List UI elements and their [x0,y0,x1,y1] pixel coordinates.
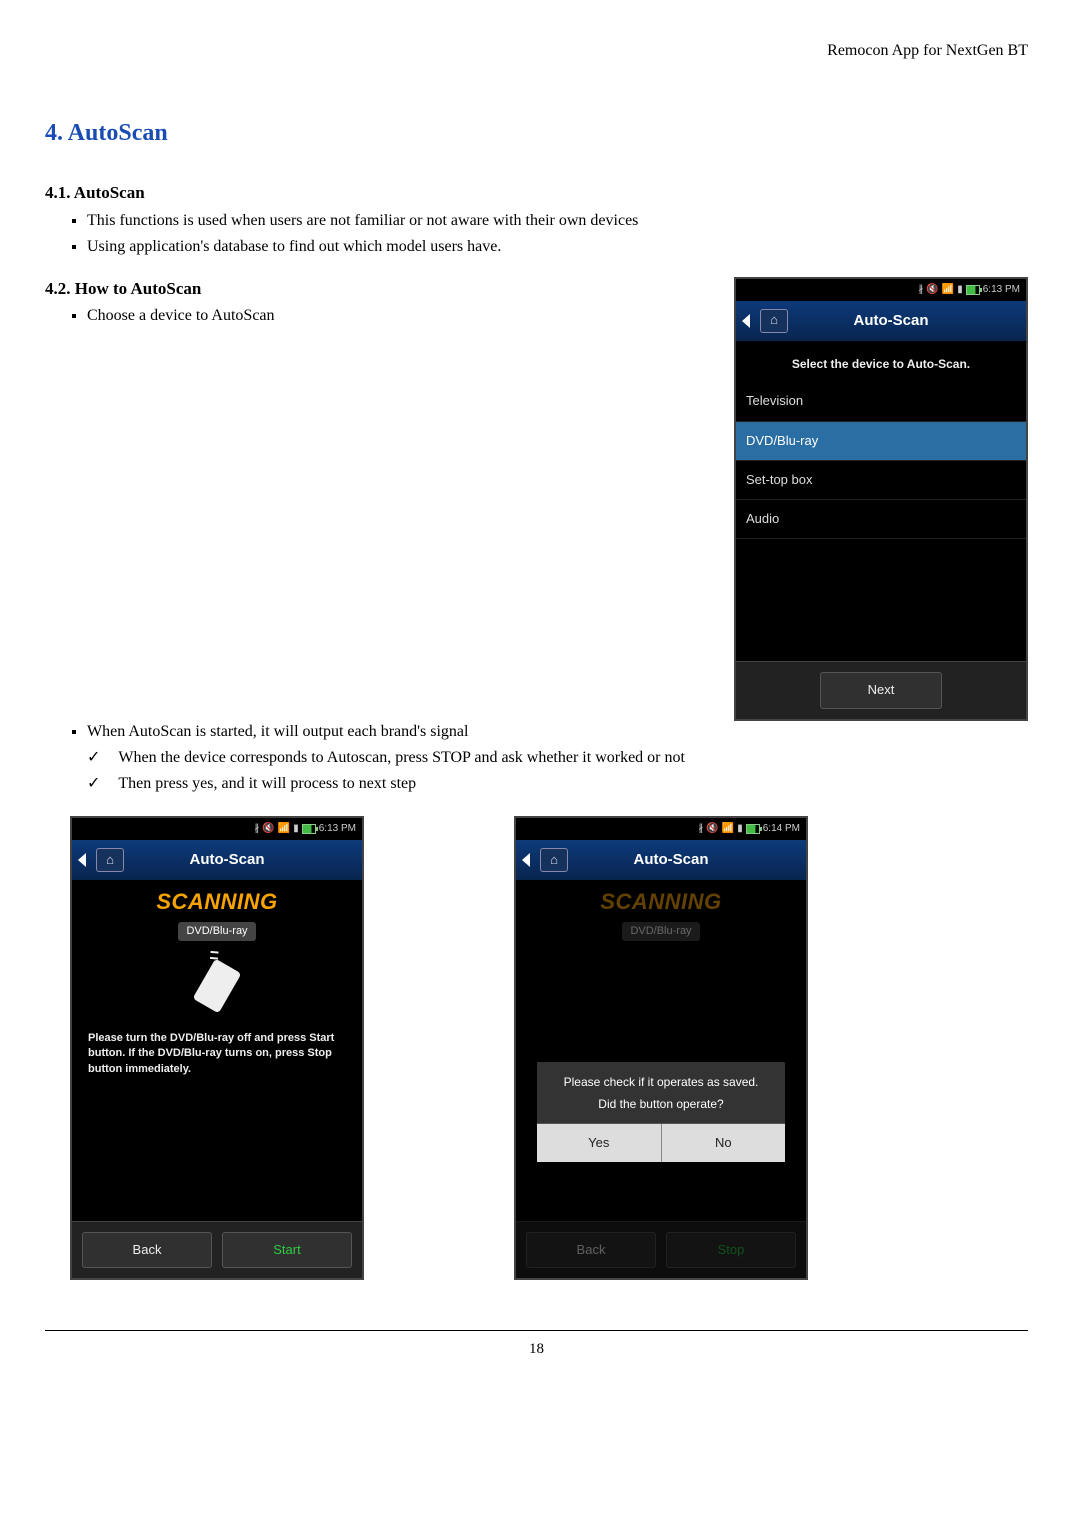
section-4-2-title: 4.2. How to AutoScan [45,277,694,301]
section-4-2-list: Choose a device to AutoScan [45,305,694,327]
status-bar: ∦ 🔇 📶 ▮ 6:13 PM [736,279,1026,301]
back-button[interactable]: Back [526,1232,656,1268]
instruction-text: Select the device to Auto-Scan. [736,342,1026,383]
screen-title: Auto-Scan [762,310,1020,331]
scanning-label: SCANNING [84,887,350,918]
list-item: Using application's database to find out… [87,236,1028,258]
section-4-1-title: 4.1. AutoScan [45,181,1028,205]
next-button[interactable]: Next [820,672,942,708]
list-item: This functions is used when users are no… [87,210,1028,232]
page-number: 18 [45,1339,1028,1360]
screen-title: Auto-Scan [542,849,800,870]
title-bar: ⌂ Auto-Scan [72,840,362,881]
start-button[interactable]: Start [222,1232,352,1268]
bluetooth-icon: ∦ [698,822,703,836]
list-item: Then press yes, and it will process to n… [87,773,1028,795]
wifi-icon: 📶 [722,822,734,836]
status-time: 6:13 PM [319,822,356,836]
mute-icon: 🔇 [706,822,718,836]
status-bar: ∦ 🔇 📶 ▮ 6:13 PM [72,818,362,840]
list-item: When AutoScan is started, it will output… [87,721,1028,743]
list-item: When the device corresponds to Autoscan,… [87,747,1028,769]
battery-icon [746,824,760,834]
status-time: 6:13 PM [983,283,1020,297]
no-button[interactable]: No [662,1124,786,1162]
list-item: Choose a device to AutoScan [87,305,694,327]
signal-icon: ▮ [293,822,299,836]
bottom-bar: Back Start [72,1221,362,1278]
status-time: 6:14 PM [763,822,800,836]
footer-rule [45,1330,1028,1331]
battery-icon [302,824,316,834]
device-item-stb[interactable]: Set-top box [736,461,1026,500]
document-header: Remocon App for NextGen BT [45,40,1028,62]
device-item-television[interactable]: Television [736,382,1026,421]
bluetooth-icon: ∦ [254,822,259,836]
mute-icon: 🔇 [262,822,274,836]
yes-button[interactable]: Yes [537,1124,662,1162]
device-item-dvd[interactable]: DVD/Blu-ray [736,422,1026,461]
title-bar: ⌂ Auto-Scan [516,840,806,881]
stop-button[interactable]: Stop [666,1232,796,1268]
bullet-autoscan-started: When AutoScan is started, it will output… [45,721,1028,743]
scan-instruction: Please turn the DVD/Blu-ray off and pres… [84,1031,350,1077]
wifi-icon: 📶 [942,283,954,297]
device-item-audio[interactable]: Audio [736,500,1026,539]
check-list: When the device corresponds to Autoscan,… [45,747,1028,796]
status-bar: ∦ 🔇 📶 ▮ 6:14 PM [516,818,806,840]
dialog-message: Please check if it operates as saved. [537,1062,785,1097]
back-chevron-icon[interactable] [522,853,530,867]
remote-icon [193,959,242,1014]
title-bar: ⌂ Auto-Scan [736,301,1026,342]
battery-icon [966,285,980,295]
scanning-subtitle: DVD/Blu-ray [178,922,255,941]
confirm-dialog: Please check if it operates as saved. Di… [536,1061,786,1164]
back-button[interactable]: Back [82,1232,212,1268]
screenshot-scanning-start: ∦ 🔇 📶 ▮ 6:13 PM ⌂ Auto-Scan SCANNING DVD… [70,816,364,1280]
screenshot-device-select: ∦ 🔇 📶 ▮ 6:13 PM ⌂ Auto-Scan Select the d… [734,277,1028,721]
back-chevron-icon[interactable] [742,314,750,328]
scanning-label: SCANNING [528,887,794,918]
screen-title: Auto-Scan [98,849,356,870]
scanning-subtitle: DVD/Blu-ray [622,922,699,941]
screenshot-scanning-confirm: ∦ 🔇 📶 ▮ 6:14 PM ⌂ Auto-Scan SCANNING DVD… [514,816,808,1280]
bottom-bar: Back Stop [516,1221,806,1278]
mute-icon: 🔇 [926,283,938,297]
bottom-bar: Next [736,661,1026,718]
wifi-icon: 📶 [278,822,290,836]
signal-icon: ▮ [737,822,743,836]
signal-icon: ▮ [957,283,963,297]
chapter-title: 4. AutoScan [45,117,1028,151]
section-4-1-list: This functions is used when users are no… [45,210,1028,259]
back-chevron-icon[interactable] [78,853,86,867]
dialog-question: Did the button operate? [537,1096,785,1123]
bluetooth-icon: ∦ [918,283,923,297]
device-list: Television DVD/Blu-ray Set-top box Audio [736,382,1026,661]
